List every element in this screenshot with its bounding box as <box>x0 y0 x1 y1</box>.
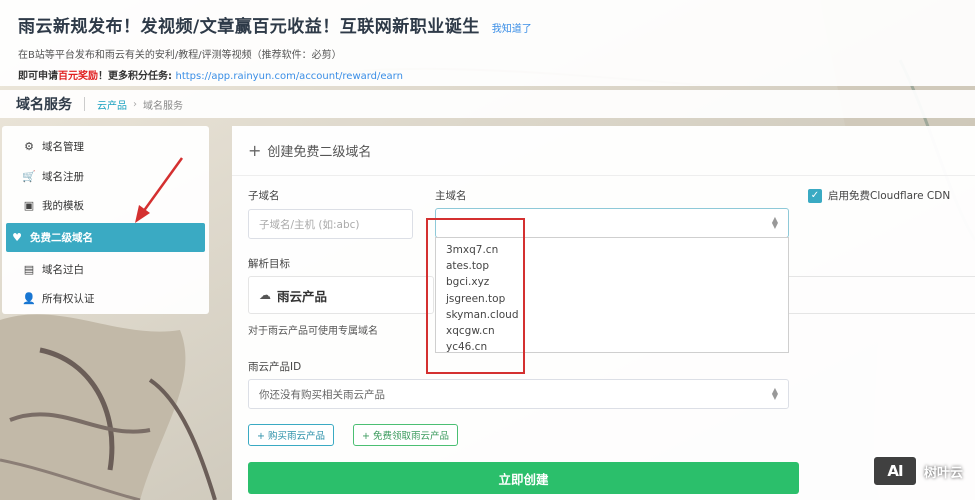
breadcrumb-domain-service: 域名服务 <box>143 100 183 112</box>
free-product-button[interactable]: + 免费领取雨云产品 <box>353 424 458 446</box>
buy-product-button[interactable]: + 购买雨云产品 <box>248 424 334 446</box>
select-arrows-icon: ▲ ▼ <box>771 215 778 230</box>
id-card-icon: ▣ <box>23 199 35 213</box>
create-subdomain-card: + 创建免费二级域名 子域名 子域名/主机 (如:abc) 主域名 ▲ ▼ ✓ 启… <box>232 126 975 500</box>
cloudflare-cdn-label: 启用免费Cloudflare CDN <box>828 190 951 202</box>
domain-option[interactable]: bgci.xyz <box>446 274 788 290</box>
breadcrumb-separator: › <box>133 98 137 110</box>
ai-logo-icon: AI <box>872 455 918 487</box>
sidebar-item-my-templates[interactable]: ▣ 我的模板 <box>2 191 209 221</box>
page-header: 域名服务 云产品 › 域名服务 <box>0 90 975 118</box>
inbox-icon: ▤ <box>23 262 35 276</box>
announcement-reward-line: 即可申请百元奖励！更多积分任务: https://app.rainyun.com… <box>18 67 957 82</box>
page-title: 域名服务 <box>16 97 72 113</box>
main-domain-dropdown: 3mxq7.cn ates.top bgci.xyz jsgreen.top s… <box>435 237 789 353</box>
create-now-button[interactable]: 立即创建 <box>248 462 799 494</box>
announcement-title: 雨云新规发布！发视频/文章赢百元收益！互联网新职业诞生 <box>18 17 480 37</box>
product-id-placeholder: 你还没有购买相关雨云产品 <box>259 388 385 401</box>
subdomain-label: 子域名 <box>248 190 280 202</box>
breadcrumb-cloud-products[interactable]: 云产品 <box>97 97 127 112</box>
subdomain-input[interactable]: 子域名/主机 (如:abc) <box>248 209 413 239</box>
dismiss-announcement-link[interactable]: 我知道了 <box>492 20 532 35</box>
rainyun-product-label: 雨云产品 <box>277 288 328 304</box>
reward-tasks-text: ！更多积分任务: <box>98 71 176 82</box>
cloud-icon: ☁ <box>259 288 271 302</box>
sidebar-item-label: 域名管理 <box>42 141 84 154</box>
product-id-select[interactable]: 你还没有购买相关雨云产品 ▲ ▼ <box>248 379 789 409</box>
reward-prefix: 即可申请 <box>18 71 58 82</box>
plus-icon: + <box>248 141 262 160</box>
domain-option[interactable]: yc46.cn <box>446 339 788 355</box>
product-hint-text: 对于雨云产品可使用专属域名 <box>248 326 378 337</box>
card-title: 创建免费二级域名 <box>267 145 372 160</box>
header-divider <box>84 97 85 111</box>
sidebar-item-label: 域名过白 <box>42 263 84 276</box>
sidebar-item-free-subdomain[interactable]: ♥ 免费二级域名 <box>6 222 205 253</box>
sidebar-item-domain-management[interactable]: ⚙ 域名管理 <box>2 132 209 162</box>
watermark-text: 树叶云 <box>924 465 964 481</box>
sidebar-item-label: 免费二级域名 <box>30 232 93 245</box>
main-domain-select[interactable]: ▲ ▼ <box>435 208 789 238</box>
watermark: AI 树叶云 <box>872 455 963 487</box>
resolve-target-other-option[interactable] <box>788 276 975 314</box>
sidebar-item-label: 所有权认证 <box>42 293 95 306</box>
announcement-description: 在B站等平台发布和雨云有关的安利/教程/评测等视频（推荐软件：必剪） <box>18 50 342 61</box>
sidebar-item-domain-whitelist[interactable]: ▤ 域名过白 <box>2 254 209 284</box>
heart-icon: ♥ <box>12 231 22 245</box>
sidebar-item-domain-registration[interactable]: 🛒 域名注册 <box>2 162 209 192</box>
sidebar-item-ownership-verification[interactable]: 👤 所有权认证 <box>2 284 209 314</box>
select-arrows-icon: ▲ ▼ <box>771 386 778 401</box>
resolve-target-label: 解析目标 <box>248 258 290 270</box>
gears-icon: ⚙ <box>24 140 34 154</box>
card-header: + 创建免费二级域名 <box>232 126 975 176</box>
sidebar-menu: ⚙ 域名管理 🛒 域名注册 ▣ 我的模板 ♥ 免费二级域名 ▤ 域名过白 👤 所… <box>2 126 209 314</box>
reward-highlight: 百元奖励 <box>58 71 98 82</box>
product-id-label: 雨云产品ID <box>248 361 302 373</box>
domain-option[interactable]: skyman.cloud <box>446 307 788 323</box>
announcement-banner: 雨云新规发布！发视频/文章赢百元收益！互联网新职业诞生 我知道了 在B站等平台发… <box>0 0 975 86</box>
reward-tasks-link[interactable]: https://app.rainyun.com/account/reward/e… <box>175 71 402 82</box>
domain-option[interactable]: jsgreen.top <box>446 291 788 307</box>
domain-option[interactable]: xqcgw.cn <box>446 323 788 339</box>
domain-option[interactable]: 3mxq7.cn <box>446 242 788 258</box>
sidebar-item-label: 我的模板 <box>42 200 84 213</box>
main-domain-label: 主域名 <box>435 190 467 202</box>
domain-option[interactable]: ates.top <box>446 258 788 274</box>
user-check-icon: 👤 <box>22 292 36 306</box>
rainyun-product-option[interactable]: ☁ 雨云产品 <box>248 276 434 314</box>
sidebar-item-label: 域名注册 <box>42 170 84 183</box>
cloudflare-cdn-option[interactable]: ✓ 启用免费Cloudflare CDN <box>808 188 950 203</box>
cart-icon: 🛒 <box>22 169 36 183</box>
checkbox-checked-icon[interactable]: ✓ <box>808 188 822 203</box>
